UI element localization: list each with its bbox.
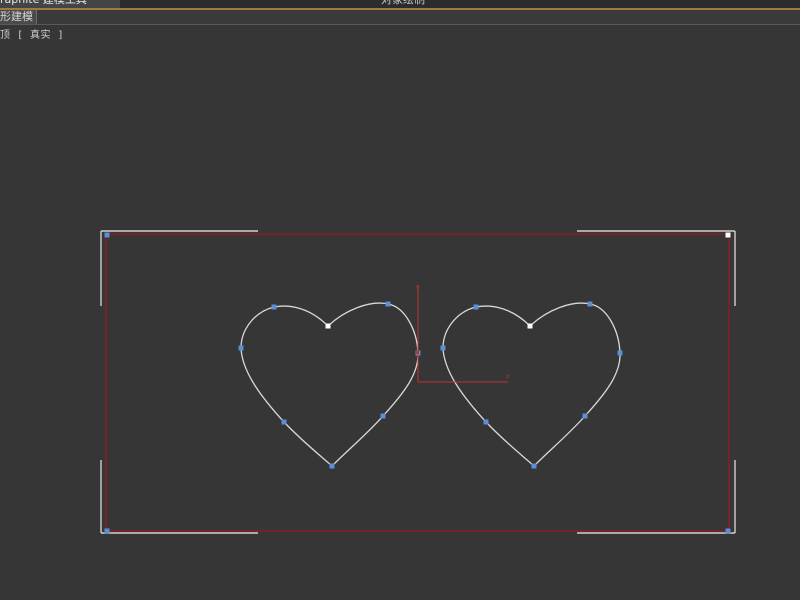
vertex[interactable] — [582, 413, 588, 419]
transform-gizmo[interactable]: y x — [416, 284, 510, 383]
gizmo-center[interactable] — [416, 351, 419, 354]
vertex[interactable] — [483, 419, 489, 425]
tab-object-paint[interactable]: 对象绘制 — [381, 0, 425, 8]
sub-tab-bar: 形建模 — [0, 10, 800, 25]
gizmo-x-label: x — [506, 373, 510, 380]
viewport-canvas[interactable]: y x — [0, 44, 800, 600]
vertex[interactable] — [617, 350, 623, 356]
subtab-polygon-modeling[interactable]: 形建模 — [0, 10, 37, 24]
first-vertex[interactable] — [725, 232, 731, 238]
3d-modeling-app: raphite 建模工具 对象绘制 形建模 顶 [ 真实 ] y x — [0, 0, 800, 600]
gizmo-y-label: y — [416, 284, 420, 291]
vertex[interactable] — [587, 301, 593, 307]
vertex[interactable] — [385, 301, 391, 307]
viewport-label[interactable]: 顶 [ 真实 ] — [0, 29, 64, 43]
top-viewport[interactable]: y x — [0, 44, 800, 600]
spline-vertices[interactable] — [104, 232, 731, 534]
vertex[interactable] — [380, 413, 386, 419]
vertex[interactable] — [104, 528, 110, 534]
first-vertex[interactable] — [325, 323, 331, 329]
vertex[interactable] — [473, 304, 479, 310]
vertex[interactable] — [281, 419, 287, 425]
vertex[interactable] — [329, 463, 335, 469]
vertex[interactable] — [531, 463, 537, 469]
vertex[interactable] — [271, 304, 277, 310]
vertex[interactable] — [104, 232, 110, 238]
selection-box — [105, 233, 730, 532]
vertex[interactable] — [725, 528, 731, 534]
ribbon-tab-bar: raphite 建模工具 对象绘制 — [0, 0, 800, 8]
vertex[interactable] — [440, 345, 446, 351]
first-vertex[interactable] — [527, 323, 533, 329]
vertex[interactable] — [238, 345, 244, 351]
tab-graphite-modeling-tools[interactable]: raphite 建模工具 — [0, 0, 120, 8]
